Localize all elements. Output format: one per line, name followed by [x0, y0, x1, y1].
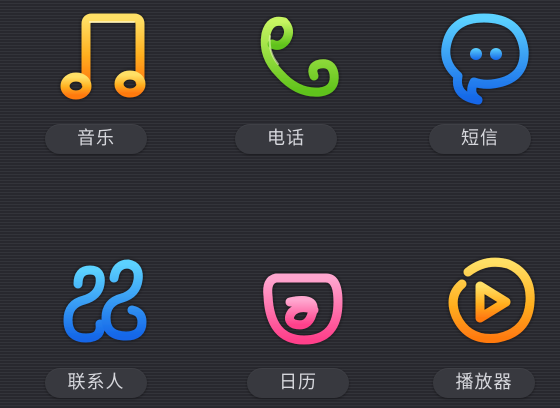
chat-bubble-icon[interactable] — [434, 4, 534, 108]
phone-icon[interactable] — [240, 4, 340, 108]
app-tile-contacts[interactable]: 联系人 — [30, 248, 170, 408]
calendar-icon[interactable] — [252, 248, 352, 352]
app-label-player: 播放器 — [433, 368, 535, 398]
app-label-sms: 短信 — [429, 124, 531, 154]
app-tile-phone[interactable]: 电话 — [220, 4, 360, 164]
app-tile-sms[interactable]: 短信 — [414, 4, 554, 164]
app-label-calendar: 日历 — [247, 368, 349, 398]
app-label-phone: 电话 — [235, 124, 337, 154]
app-tile-calendar[interactable]: 日历 — [232, 248, 372, 408]
app-label-music: 音乐 — [45, 124, 147, 154]
app-tile-music[interactable]: 音乐 — [30, 4, 170, 164]
app-tile-player[interactable]: 播放器 — [418, 248, 558, 408]
contacts-icon[interactable] — [50, 248, 150, 352]
play-circle-icon[interactable] — [438, 248, 538, 352]
app-label-contacts: 联系人 — [45, 368, 147, 398]
music-note-icon[interactable] — [50, 4, 150, 108]
